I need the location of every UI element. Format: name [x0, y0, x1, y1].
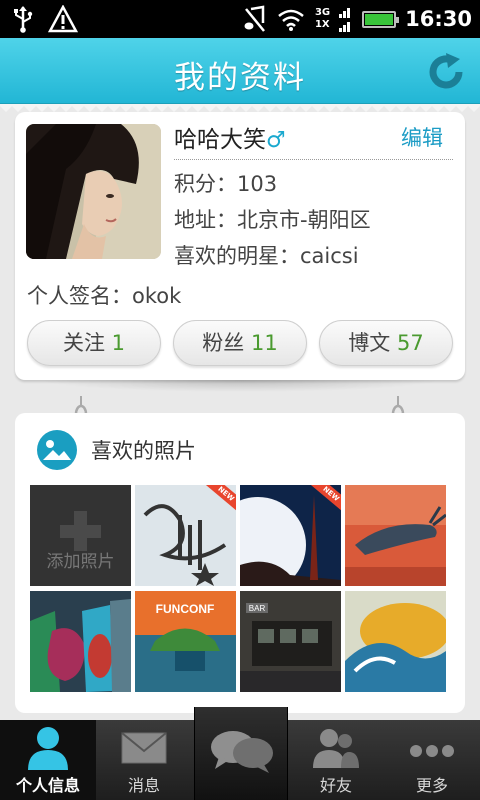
- friends-icon: [313, 729, 359, 768]
- photo-thumbnail[interactable]: [30, 591, 131, 692]
- more-dots-icon: [410, 745, 454, 757]
- add-photo-button[interactable]: 添加照片: [30, 485, 131, 586]
- tab-friends[interactable]: 好友: [288, 720, 384, 800]
- battery-fill: [365, 13, 394, 25]
- divider: [174, 159, 453, 160]
- photos-title: 喜欢的照片: [91, 439, 196, 463]
- envelope-icon: [121, 732, 167, 764]
- refresh-icon[interactable]: [426, 52, 466, 92]
- chat-bubbles-icon: [211, 731, 273, 773]
- tab-more[interactable]: 更多: [384, 720, 480, 800]
- posts-button[interactable]: 博文 57: [319, 320, 453, 366]
- photo-thumbnail[interactable]: BAR: [240, 591, 341, 692]
- photo-thumbnail[interactable]: [345, 485, 446, 586]
- points-text: 积分：103: [174, 172, 278, 196]
- person-icon: [28, 727, 68, 770]
- profile-card: 哈哈大笑♂ 编辑 积分：103 地址：北京市-朝阳区 喜欢的明星：caicsi …: [15, 112, 465, 380]
- profile-name-text: 哈哈大笑: [174, 127, 266, 153]
- signal-icon: [339, 8, 351, 32]
- followers-label: 粉丝: [202, 331, 245, 355]
- clock: 16:30: [405, 7, 472, 31]
- tab-messages-label: 消息: [127, 776, 160, 795]
- photo-thumbnail[interactable]: FUNCONF: [135, 591, 236, 692]
- photos-header: 喜欢的照片: [37, 429, 196, 471]
- photo-thumbnail[interactable]: NEW: [135, 485, 236, 586]
- add-photo-label: 添加照片: [46, 552, 115, 572]
- following-count: 1: [111, 331, 126, 355]
- tab-profile-label: 个人信息: [15, 776, 80, 795]
- posts-count: 57: [396, 331, 424, 355]
- favorite-photos-card: 喜欢的照片 添加照片 NEW NEW FUNCONF BAR: [15, 413, 465, 713]
- address-text: 地址：北京市-朝阳区: [174, 208, 371, 232]
- posts-label: 博文: [348, 331, 391, 355]
- network-indicator: 3G 1X: [315, 7, 330, 31]
- following-label: 关注: [62, 331, 105, 355]
- tab-chat[interactable]: [194, 707, 288, 800]
- profile-name: 哈哈大笑♂: [174, 120, 286, 154]
- page-title: 我的资料: [174, 60, 306, 96]
- status-bar: 3G 1X 16:30: [0, 0, 480, 38]
- tab-profile[interactable]: 个人信息: [0, 720, 96, 800]
- followers-button[interactable]: 粉丝 11: [173, 320, 307, 366]
- photo-gallery-icon: [37, 430, 77, 470]
- gender-male-icon: ♂: [266, 128, 286, 153]
- wifi-icon: [278, 9, 304, 31]
- following-button[interactable]: 关注 1: [27, 320, 161, 366]
- usb-icon: [14, 6, 33, 33]
- funconf-label: FUNCONF: [156, 602, 215, 616]
- photo-thumbnail[interactable]: [345, 591, 446, 692]
- title-bar: 我的资料: [0, 38, 480, 104]
- followers-count: 11: [250, 331, 278, 355]
- favorite-star-text: 喜欢的明星：caicsi: [174, 244, 359, 268]
- tab-friends-label: 好友: [319, 776, 352, 795]
- network-bottom-label: 1X: [314, 19, 330, 30]
- mute-icon: [244, 5, 265, 32]
- warning-icon: [48, 5, 78, 33]
- avatar[interactable]: [26, 124, 161, 259]
- tab-more-label: 更多: [415, 776, 448, 795]
- signature-text: 个人签名：okok: [27, 284, 182, 308]
- edit-profile-link[interactable]: 编辑: [401, 122, 443, 152]
- tab-messages[interactable]: 消息: [96, 720, 192, 800]
- network-top-label: 3G: [314, 7, 331, 18]
- bar-sign-label: BAR: [249, 604, 266, 613]
- photo-thumbnail[interactable]: NEW: [240, 485, 341, 586]
- card-shadow: [40, 380, 440, 392]
- battery-icon: [362, 10, 400, 28]
